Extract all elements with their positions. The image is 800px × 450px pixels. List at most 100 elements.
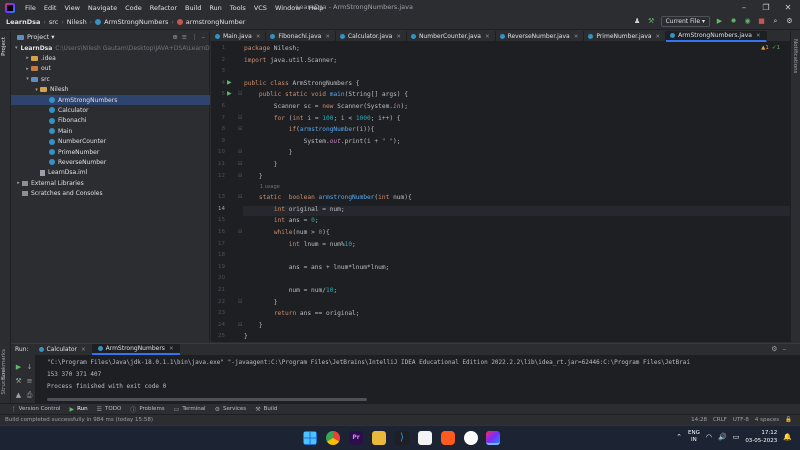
tool-services[interactable]: ⚙ Services [215,406,247,413]
tree-item[interactable]: ▸ External Libraries [11,178,210,188]
hide-panel-icon[interactable]: – [202,33,205,41]
line-number[interactable]: 18 [211,252,225,258]
minimize-button[interactable]: – [738,2,750,13]
code-line[interactable]: } [244,322,263,329]
user-icon[interactable]: ♟ [633,17,642,26]
file-encoding[interactable]: UTF-8 [733,417,749,423]
breadcrumb-project[interactable]: LearnDsa [0,18,43,26]
tree-item[interactable]: ▾ LearnDsa C:\Users\Nilesh Gautam\Desktop\… [11,43,210,53]
code-line[interactable]: public static void main(String[] args) { [244,91,408,98]
fold-marker-icon[interactable]: ⊟ [238,173,242,179]
menu-navigate[interactable]: Navigate [84,4,121,12]
code-line[interactable]: while(num > 0){ [244,229,330,236]
editor-tab[interactable]: Calculator.java ✕ [336,31,407,42]
code-line[interactable]: Scanner sc = new Scanner(System.in); [244,103,408,110]
line-number[interactable]: 5 [211,91,226,97]
chevron-right-icon[interactable]: ▸ [15,180,22,186]
fold-marker-icon[interactable]: ⊟ [238,229,242,235]
app-icon[interactable] [464,431,478,445]
close-tab-icon[interactable]: ✕ [325,34,330,40]
battery-icon[interactable]: ▭ [733,433,740,441]
tree-item[interactable]: Scratches and Consoles [11,189,210,199]
code-line[interactable]: } [244,149,293,156]
code-line[interactable]: int original = num; [244,206,345,213]
menu-refactor[interactable]: Refactor [146,4,181,12]
code-line[interactable]: package Nilesh; [244,45,300,52]
tool-problems[interactable]: ⓘ Problems [130,405,164,414]
line-number[interactable]: 19 [211,264,225,270]
line-number[interactable]: 12 [211,173,225,179]
fold-marker-icon[interactable]: ⊟ [238,126,242,132]
collapse-all-icon[interactable]: ≡ [182,33,187,41]
tree-item[interactable]: Main [11,126,210,136]
indent-setting[interactable]: 4 spaces [755,417,779,423]
code-line[interactable]: num = num/10; [244,287,337,294]
tree-item[interactable]: ▸ .idea [11,53,210,63]
menu-file[interactable]: File [21,4,40,12]
tool-version-control[interactable]: ᚴ Version Control [12,406,60,413]
debug-icon[interactable]: ✹ [729,17,738,26]
menu-code[interactable]: Code [121,4,146,12]
structure-tool-button[interactable]: Structure [1,369,7,395]
chevron-up-icon[interactable]: ⌃ [676,433,682,441]
editor-tab[interactable]: ReverseNumber.java ✕ [496,31,585,42]
tree-item[interactable]: ▾ src [11,74,210,84]
fold-marker-icon[interactable]: ⊟ [238,194,242,200]
line-number[interactable]: 16 [211,229,225,235]
editor-tab[interactable]: NumberCounter.java ✕ [407,31,496,42]
code-line[interactable]: System.out.print(i + " "); [244,138,401,145]
print-icon[interactable]: ⎙ [25,391,34,400]
wifi-icon[interactable]: ◠ [706,433,712,441]
tree-item[interactable]: LearnDsa.iml [11,168,210,178]
caret-position[interactable]: 14:28 [691,417,707,423]
editor-tab[interactable]: Main.java ✕ [211,31,267,42]
menu-run[interactable]: Run [205,4,225,12]
code-line[interactable]: int ans = 0; [244,217,319,224]
settings-gear-icon[interactable]: ⚙ [785,17,794,26]
code-line[interactable]: public class ArmStrongNumbers { [244,80,360,87]
editor-tab[interactable]: Fibonachi.java ✕ [266,31,336,42]
breadcrumb-src[interactable]: src [46,18,62,26]
volume-icon[interactable]: 🔊 [718,433,727,441]
tree-item[interactable]: PrimeNumber [11,147,210,157]
brave-icon[interactable] [441,431,455,445]
code-line[interactable]: } [244,173,263,180]
fold-marker-icon[interactable]: ⊟ [238,149,242,155]
search-icon[interactable]: ⌕ [771,17,780,26]
code-line[interactable]: for (int i = 100; i < 1000; i++) { [244,115,401,122]
language-indicator[interactable]: ENG IN [688,430,700,444]
close-tab-icon[interactable]: ✕ [396,34,401,40]
file-explorer-icon[interactable] [372,431,386,445]
gutter-run-icon[interactable]: ▶ [227,79,232,86]
close-tab-icon[interactable]: ✕ [256,34,261,40]
tree-item[interactable]: ArmStrongNumbers [11,95,210,105]
line-number[interactable]: 21 [211,287,225,293]
chevron-down-icon[interactable]: ▾ [24,76,31,82]
chevron-down-icon[interactable]: ▾ [33,87,40,93]
line-number[interactable]: 1 [211,45,226,51]
tree-item[interactable]: ▸ out [11,64,210,74]
line-number[interactable]: 9 [211,138,226,144]
chevron-down-icon[interactable]: ▾ [15,45,18,51]
line-number[interactable]: 7 [211,115,226,121]
breadcrumb-method[interactable]: armstrongNumber [174,18,249,26]
intellij-logo-icon[interactable] [5,2,15,13]
code-line[interactable]: } [244,161,278,168]
menu-tools[interactable]: Tools [226,4,250,12]
fold-marker-icon[interactable]: ⊟ [238,322,242,328]
code-line[interactable]: ans = ans + lnum*lnum*lnum; [244,264,390,271]
notification-bell-icon[interactable]: 🔔 [783,433,792,441]
soft-wrap-icon[interactable]: ≡ [25,377,34,386]
clock[interactable]: 17:12 03-05-2023 [745,429,777,445]
menu-build[interactable]: Build [181,4,205,12]
tool-terminal[interactable]: ▭ Terminal [174,406,206,413]
line-number[interactable]: 20 [211,275,225,281]
menu-vcs[interactable]: VCS [250,4,271,12]
line-number[interactable]: 15 [211,217,225,223]
store-icon[interactable] [418,431,432,445]
line-number[interactable]: 24 [211,322,225,328]
scroll-up-icon[interactable]: ▲ [14,391,23,400]
line-number[interactable]: 3 [211,68,226,74]
scroll-down-icon[interactable]: ↓ [25,363,34,372]
usage-hint[interactable]: 1 usage [260,184,280,190]
